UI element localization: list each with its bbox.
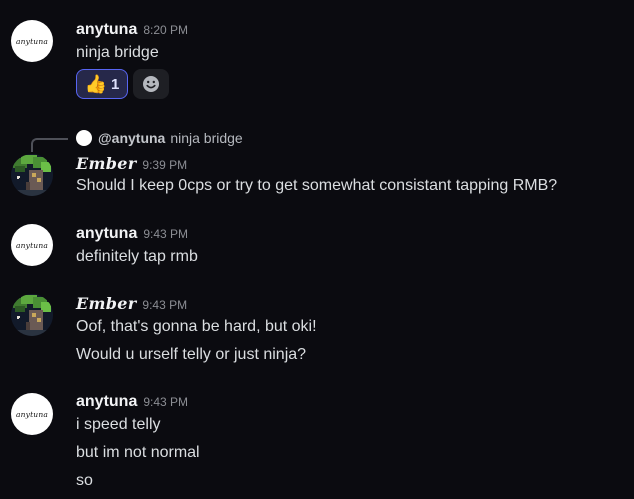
reply-username[interactable]: @anytuna	[98, 130, 165, 146]
timestamp: 9:43 PM	[143, 227, 189, 241]
chat-log: anytuna anytuna 8:20 PM ninja bridge 👍 1 …	[0, 0, 634, 499]
avatar[interactable]	[11, 154, 53, 196]
timestamp: 9:43 PM	[143, 395, 189, 409]
message-text: Should I keep 0cps or try to get somewha…	[76, 177, 558, 194]
username[interactable]: anytuna	[76, 393, 137, 410]
username[interactable]: anytuna	[76, 225, 137, 242]
message-text: so	[76, 472, 93, 489]
avatar[interactable]: anytuna	[11, 393, 53, 435]
avatar-logo-text: anytuna	[15, 240, 49, 250]
timestamp: 9:39 PM	[142, 158, 188, 172]
add-reaction-button[interactable]	[133, 69, 169, 99]
pixel-art-avatar-icon	[11, 154, 53, 196]
message-text: definitely tap rmb	[76, 248, 198, 265]
username[interactable]: anytuna	[76, 21, 137, 38]
message-header: Ember 9:43 PM	[76, 294, 187, 314]
reaction-count: 1	[111, 75, 120, 93]
message-header: Ember 9:39 PM	[76, 154, 187, 174]
reply-preview: ninja bridge	[170, 130, 243, 146]
username[interactable]: Ember	[76, 154, 136, 173]
message-header: anytuna 9:43 PM	[76, 225, 188, 245]
pixel-art-avatar-icon	[11, 294, 53, 336]
reply-spine	[31, 138, 68, 152]
avatar-logo-text: anytuna	[15, 409, 49, 419]
avatar[interactable]: anytuna	[11, 20, 53, 62]
reply-avatar	[76, 130, 92, 146]
message-text: but im not normal	[76, 444, 200, 461]
timestamp: 9:43 PM	[142, 298, 188, 312]
message-text: ninja bridge	[76, 44, 159, 61]
message-header: anytuna 9:43 PM	[76, 393, 188, 413]
reply-reference[interactable]: @anytuna ninja bridge	[76, 129, 243, 147]
message-text: i speed telly	[76, 416, 161, 433]
avatar[interactable]	[11, 294, 53, 336]
thumbs-up-icon: 👍	[84, 73, 108, 94]
message-text: Oof, that's gonna be hard, but oki!	[76, 318, 317, 335]
timestamp: 8:20 PM	[143, 23, 189, 37]
avatar[interactable]: anytuna	[11, 224, 53, 266]
reaction-thumbs-up[interactable]: 👍 1	[76, 69, 128, 99]
username[interactable]: Ember	[76, 294, 136, 313]
avatar-logo-text: anytuna	[15, 36, 49, 46]
message-header: anytuna 8:20 PM	[76, 21, 188, 41]
add-reaction-icon	[143, 76, 159, 92]
message-text: Would u urself telly or just ninja?	[76, 346, 307, 363]
